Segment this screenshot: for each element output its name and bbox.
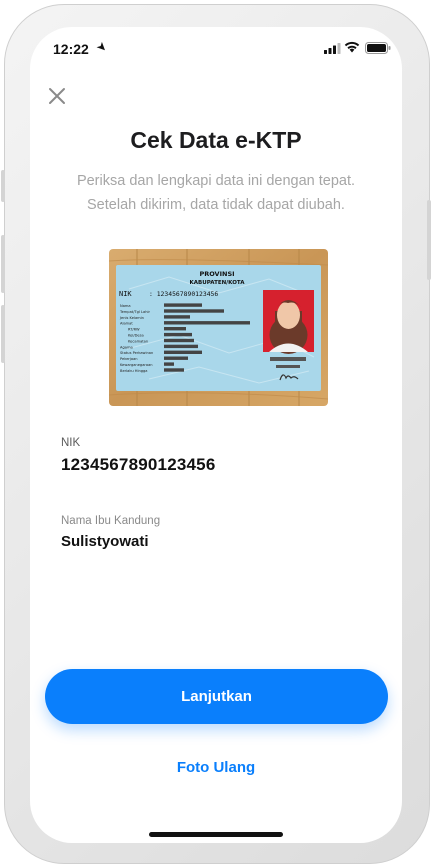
nik-value: 1234567890123456 [61,455,216,474]
phone-power-button [427,200,431,280]
retake-photo-button[interactable]: Foto Ulang [30,759,402,776]
continue-button[interactable]: Lanjutkan [45,669,388,724]
continue-button-label: Lanjutkan [181,688,252,705]
ktp-redacted-value [164,338,194,343]
ktp-nik-label: NIK [119,290,132,298]
ktp-field-label: RT/RW [128,328,140,332]
phone-side-button [1,170,5,202]
app-screen: 12:22 ➤ Cek Data e-KTP Periksa dan lengk… [30,27,402,843]
ktp-card-photo: PROVINSI KABUPATEN/KOTA NIK : 1234567890… [109,249,328,406]
ktp-regency: KABUPATEN/KOTA [190,280,246,286]
ktp-nik-number: : 1234567890123456 [149,290,218,298]
ktp-field-label: Agama [120,345,133,349]
ktp-field-label: Kecamatan [128,339,148,343]
ktp-field-label: Jenis Kelamin [119,316,144,320]
phone-volume-up-button [1,235,5,293]
ktp-field-label: Pekerjaan [120,357,138,361]
ktp-redacted-value [164,344,198,349]
subtitle-line-1: Periksa dan lengkapi data ini dengan tep… [76,173,356,189]
ktp-field-label: Alamat [120,322,133,326]
ktp-field-label: Berlaku Hingga [120,369,148,373]
ktp-redacted-value [164,327,186,331]
ktp-redacted-value [164,315,190,319]
location-arrow-icon: ➤ [93,38,111,56]
home-indicator[interactable] [149,832,283,837]
ktp-field-label: Kel/Desa [128,334,144,338]
subtitle-line-2: Setelah dikirim, data tidak dapat diubah… [87,197,345,213]
battery-icon [365,42,391,54]
page-title: Cek Data e-KTP [130,127,302,153]
ktp-redacted-value [164,332,192,337]
ktp-redacted-value [164,309,224,313]
mother-name-value: Sulistyowati [61,533,149,550]
wifi-icon [344,41,360,53]
ktp-field-label: Tempat/Tgl Lahir [119,310,150,314]
page-subtitle: Periksa dan lengkapi data ini dengan tep… [50,169,382,217]
cellular-signal-icon [324,43,341,54]
ktp-redacted-value [164,356,188,360]
phone-volume-down-button [1,305,5,363]
ktp-redacted-value [164,303,202,307]
ktp-redacted-value [164,368,184,372]
close-icon[interactable] [44,83,70,109]
ktp-field-label: Status Perkawinan [120,351,153,355]
status-time: 12:22 [53,41,89,57]
ktp-field-label: Nama [120,304,131,308]
ktp-field-label: Kewarganegaraan [120,363,153,367]
ktp-province: PROVINSI [199,270,234,278]
ktp-redacted-value [164,321,250,325]
mother-name-label: Nama Ibu Kandung [61,515,161,527]
ktp-redacted-value [164,362,174,366]
nik-label: NIK [61,437,81,449]
ktp-redacted-value [164,350,202,354]
status-bar: 12:22 ➤ [30,27,402,69]
